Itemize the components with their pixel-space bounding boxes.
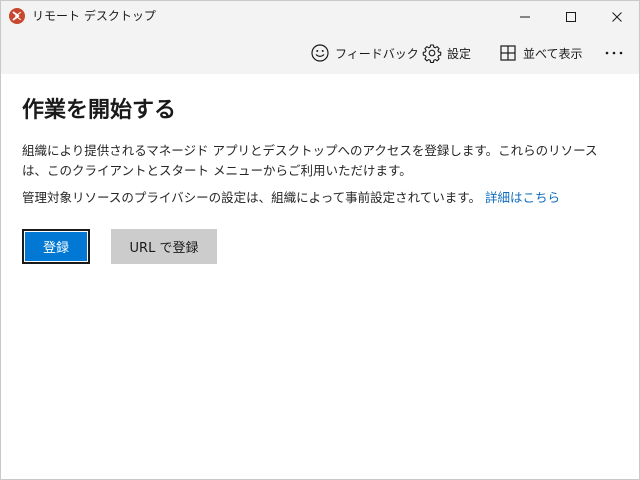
maximize-icon: [566, 11, 576, 22]
learn-more-link[interactable]: 詳細はこちら: [485, 190, 560, 205]
window-title: リモート デスクトップ: [32, 9, 156, 23]
grid-icon: [500, 45, 516, 61]
smiley-icon: [311, 44, 329, 62]
feedback-label: フィードバック: [335, 46, 419, 61]
page-title: 作業を開始する: [22, 98, 177, 123]
subscribe-with-url-button[interactable]: URL で登録: [111, 229, 217, 264]
gear-icon: [422, 44, 442, 63]
maximize-button[interactable]: [548, 1, 594, 32]
description-text: 組織により提供されるマネージド アプリとデスクトップへのアクセスを登録します。こ…: [22, 143, 598, 178]
minimize-icon: [520, 16, 530, 17]
tile-view-button[interactable]: 並べて表示: [498, 42, 583, 64]
title-bar: リモート デスクトップ: [1, 1, 639, 32]
more-icon: [605, 51, 623, 55]
subscribe-button[interactable]: 登録: [22, 229, 90, 264]
remote-desktop-icon: [9, 8, 25, 24]
close-button[interactable]: [594, 1, 639, 32]
tile-view-label: 並べて表示: [523, 46, 583, 61]
main-content: 作業を開始する 組織により提供されるマネージド アプリとデスクトップへのアクセス…: [1, 74, 639, 479]
close-icon: [612, 11, 622, 22]
more-options-button[interactable]: [602, 42, 626, 64]
privacy-text: 管理対象リソースのプライバシーの設定は、組織によって事前設定されています。: [22, 190, 482, 205]
app-window: リモート デスクトップ フィードバック 設定 並べて表示 作業を開始する 組織に…: [0, 0, 640, 480]
minimize-button[interactable]: [502, 1, 548, 32]
settings-label: 設定: [447, 46, 472, 61]
toolbar: フィードバック 設定 並べて表示: [1, 32, 639, 74]
settings-button[interactable]: 設定: [422, 42, 471, 64]
feedback-button[interactable]: フィードバック: [310, 42, 419, 64]
privacy-text-row: 管理対象リソースのプライバシーの設定は、組織によって事前設定されています。 詳細…: [22, 188, 622, 208]
